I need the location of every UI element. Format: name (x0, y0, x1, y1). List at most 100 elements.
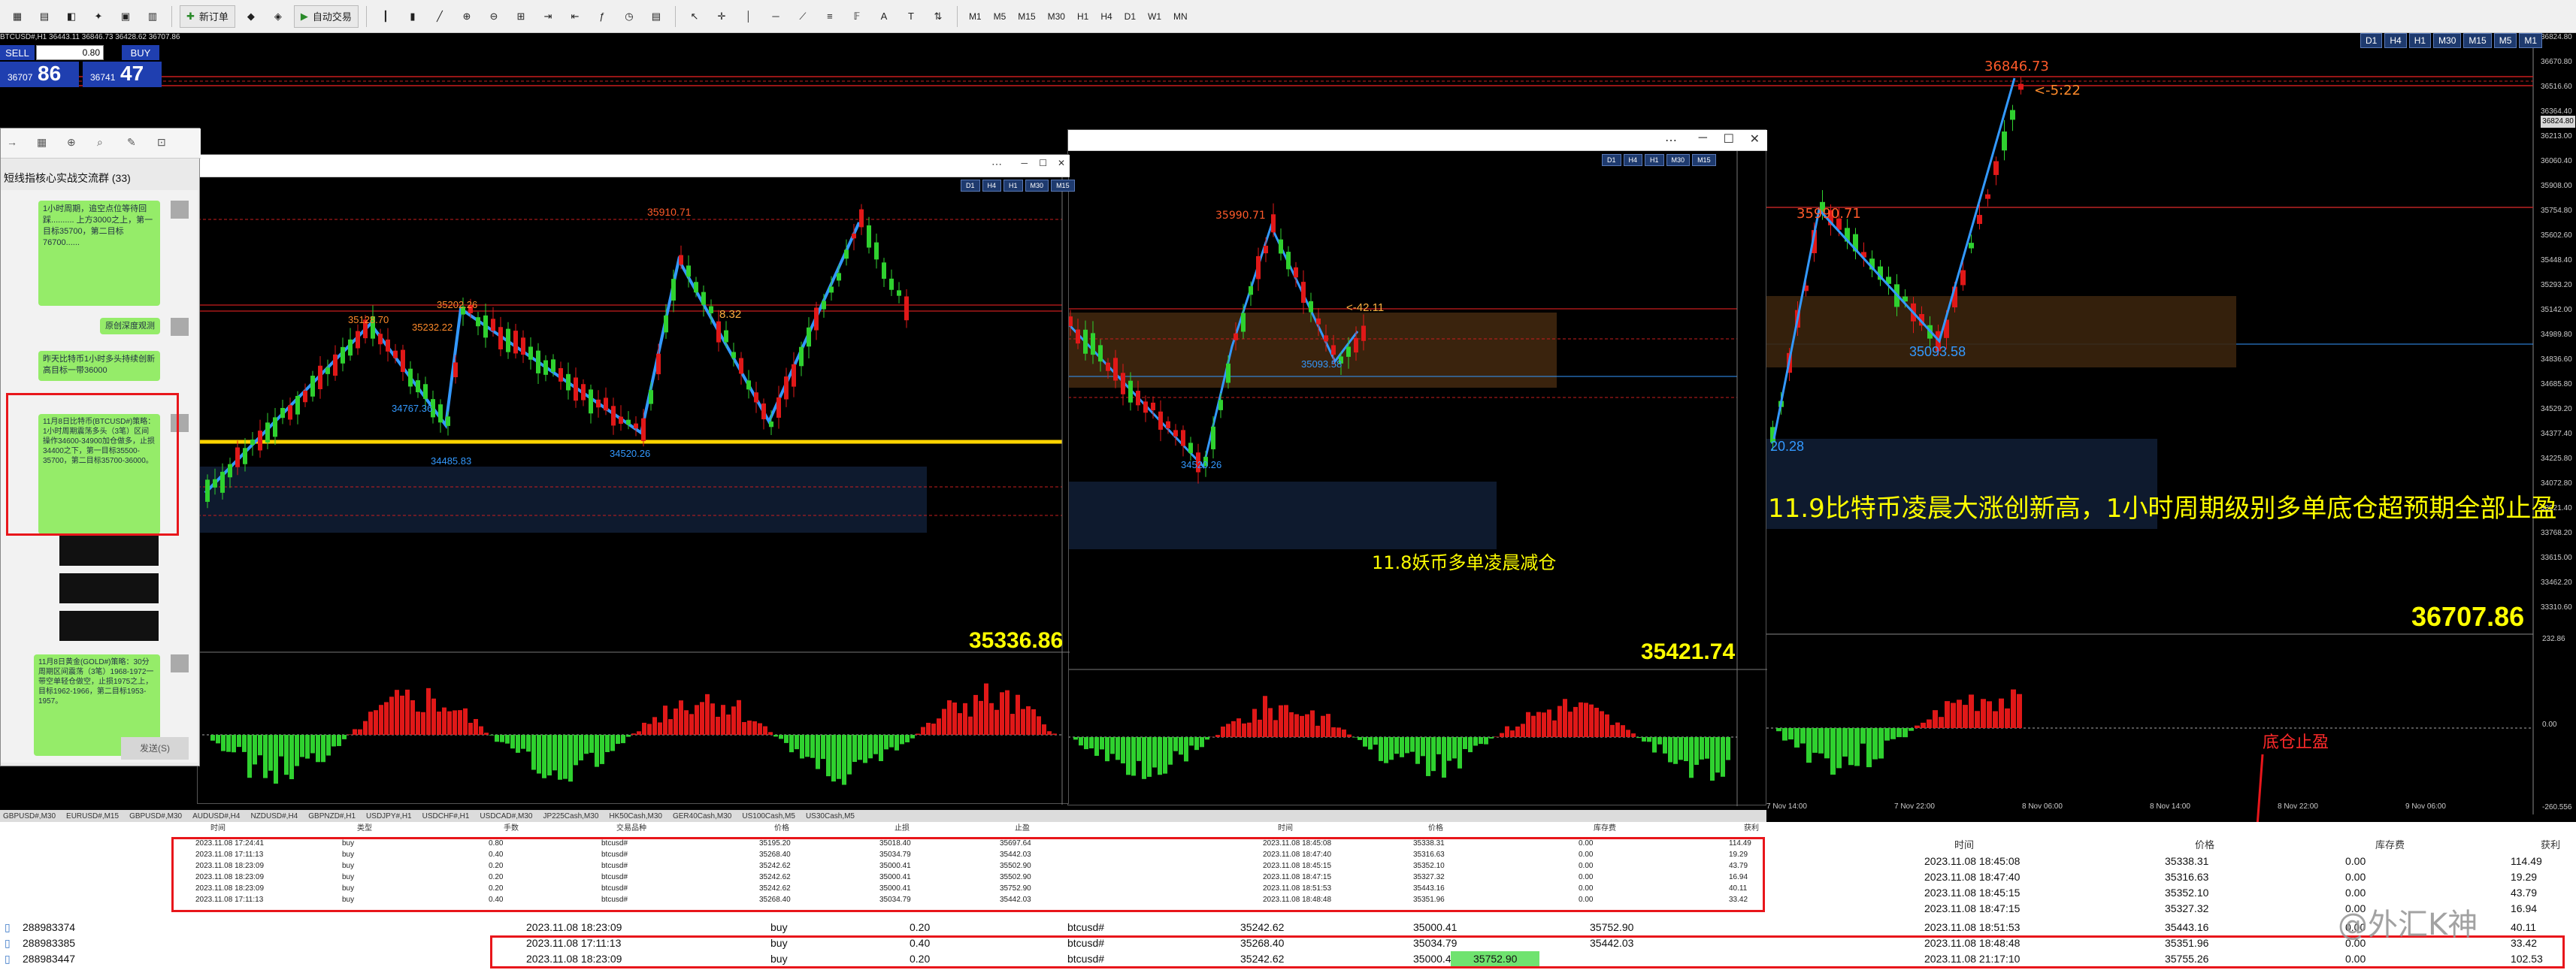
w2-peak-label: 35990.71 (1215, 210, 1266, 222)
tf-d1[interactable]: D1 (1121, 11, 1140, 22)
chart-tab[interactable]: EURUSD#,M15 (66, 812, 119, 820)
chart-tab[interactable]: GBPNZD#,H1 (308, 812, 356, 820)
sell-button[interactable]: SELL (0, 45, 35, 60)
minimize-icon[interactable]: ─ (1699, 131, 1707, 145)
tf-btn-h4[interactable]: H4 (2384, 33, 2407, 48)
chat-image-2[interactable] (59, 573, 159, 603)
more-icon[interactable]: ⋯ (991, 158, 1002, 171)
grid-icon[interactable]: ▦ (37, 136, 47, 149)
auto-scroll-icon[interactable]: ⇥ (537, 5, 559, 28)
w2-tf-m30[interactable]: M30 (1666, 154, 1691, 166)
maximize-icon[interactable]: ☐ (1724, 131, 1734, 147)
cursor-icon[interactable]: ↖ (683, 5, 706, 28)
zoom-icon[interactable]: ⊕ (67, 136, 76, 149)
edit-icon[interactable]: ✎ (127, 136, 136, 149)
tf-m5[interactable]: M5 (990, 11, 1010, 22)
indicators-icon[interactable]: ƒ (591, 5, 613, 28)
histogram-bar (1094, 737, 1099, 756)
close-icon[interactable]: ✕ (1058, 158, 1065, 168)
channel-icon[interactable]: ≡ (819, 5, 841, 28)
tf-btn-m5[interactable]: M5 (2493, 33, 2517, 48)
data-window-icon[interactable]: ▣ (114, 5, 137, 28)
chart-tab[interactable]: AUDUSD#,H4 (192, 812, 240, 820)
chart-tab[interactable]: GBPUSD#,M30 (129, 812, 182, 820)
buy-button[interactable]: BUY (122, 45, 159, 60)
chart-tab[interactable]: USDJPY#,H1 (366, 812, 412, 820)
chart-tab[interactable]: US30Cash,M5 (806, 812, 855, 820)
w2-tf-h4[interactable]: H4 (1623, 154, 1643, 166)
chat-image-1[interactable] (59, 536, 159, 566)
tf-w1[interactable]: W1 (1144, 11, 1165, 22)
templates-icon[interactable]: ▤ (645, 5, 667, 28)
auto-trade-button[interactable]: ▶ 自动交易 (293, 5, 359, 28)
bar-chart-icon[interactable]: ┃ (374, 5, 397, 28)
crosshair-icon[interactable]: ✛ (710, 5, 733, 28)
close-icon[interactable]: ✕ (1750, 131, 1760, 147)
chat-window[interactable]: → ▦ ⊕ ⌕ ✎ ⊡ 短线指核心实战交流群 (33) 1小时周期，追空点位等待… (0, 128, 201, 766)
strategy-tester-icon[interactable]: ◈ (267, 5, 289, 28)
chart-tab[interactable]: NZDUSD#,H4 (250, 812, 298, 820)
trendline-icon[interactable]: ⟋ (792, 5, 814, 28)
label-icon[interactable]: T (900, 5, 922, 28)
tf-btn-h1[interactable]: H1 (2408, 33, 2432, 48)
market-watch-icon[interactable]: ◧ (60, 5, 83, 28)
chart-window-2[interactable]: ⋯ ─ ☐ ✕ D1 H4 H1 M30 M15 35990.71 <-42.1… (1067, 129, 1767, 806)
chart-tab[interactable]: USDCAD#,M30 (480, 812, 532, 820)
chat-image-3[interactable] (59, 611, 159, 641)
fibonacci-icon[interactable]: 𝔽 (846, 5, 868, 28)
sell-price-box[interactable]: 36707 86 (0, 62, 79, 87)
w1-tf-m15[interactable]: M15 (1051, 180, 1075, 192)
w1-tf-h4[interactable]: H4 (982, 180, 1002, 192)
minimize-icon[interactable]: ─ (1021, 158, 1028, 168)
chart-tab[interactable]: US100Cash,M5 (742, 812, 795, 820)
navigator-icon[interactable]: ✦ (87, 5, 110, 28)
chart-shift-icon[interactable]: ⇤ (564, 5, 586, 28)
chart-tab[interactable]: JP225Cash,M30 (543, 812, 598, 820)
chart-tab[interactable]: USDCHF#,H1 (422, 812, 470, 820)
w1-tf-m30[interactable]: M30 (1025, 180, 1049, 192)
zoom-out-icon[interactable]: ⊖ (483, 5, 505, 28)
tf-mn[interactable]: MN (1170, 11, 1191, 22)
meta-editor-icon[interactable]: ◆ (240, 5, 262, 28)
lot-input[interactable]: 0.80 (36, 45, 104, 60)
terminal-icon[interactable]: ▥ (141, 5, 164, 28)
tf-btn-d1[interactable]: D1 (2360, 33, 2383, 48)
tf-h1[interactable]: H1 (1073, 11, 1092, 22)
back-icon[interactable]: → (7, 136, 17, 148)
chart-window-1[interactable]: ⋯ ─ ☐ ✕ D1 H4 H1 M30 M15 35910.71 8.32 3… (197, 154, 1075, 805)
chart-tab[interactable]: GBPUSD#,M30 (3, 812, 56, 820)
tile-windows-icon[interactable]: ⊞ (510, 5, 532, 28)
crop-icon[interactable]: ⊡ (157, 136, 166, 149)
buy-price-box[interactable]: 36741 47 (83, 62, 162, 87)
horizontal-line-icon[interactable]: ─ (764, 5, 787, 28)
vertical-line-icon[interactable]: │ (737, 5, 760, 28)
search-icon[interactable]: ⌕ (97, 136, 103, 149)
maximize-icon[interactable]: ☐ (1039, 158, 1047, 168)
w1-tf-h1[interactable]: H1 (1003, 180, 1023, 192)
tf-m1[interactable]: M1 (965, 11, 985, 22)
table-row[interactable]: ▯ 288983374 2023.11.08 18:23:09 buy 0.20 btcu… (0, 920, 2576, 935)
w1-tf-d1[interactable]: D1 (961, 180, 980, 192)
tf-btn-m15[interactable]: M15 (2463, 33, 2492, 48)
w2-tf-d1[interactable]: D1 (1602, 154, 1621, 166)
tf-m30[interactable]: M30 (1044, 11, 1069, 22)
tf-h4[interactable]: H4 (1097, 11, 1115, 22)
chart-tab[interactable]: GER40Cash,M30 (673, 812, 731, 820)
line-chart-icon[interactable]: ╱ (428, 5, 451, 28)
w2-tf-h1[interactable]: H1 (1645, 154, 1664, 166)
zoom-in-icon[interactable]: ⊕ (456, 5, 478, 28)
tf-btn-m30[interactable]: M30 (2433, 33, 2462, 48)
text-icon[interactable]: A (873, 5, 895, 28)
send-button[interactable]: 发送(S) (121, 737, 189, 760)
new-order-button[interactable]: ✚ 新订单 (180, 5, 235, 28)
periods-icon[interactable]: ◷ (618, 5, 640, 28)
more-icon[interactable]: ⋯ (1665, 133, 1677, 148)
tf-btn-m1[interactable]: M1 (2519, 33, 2543, 48)
arrows-icon[interactable]: ⇅ (927, 5, 949, 28)
w2-tf-m15[interactable]: M15 (1692, 154, 1716, 166)
profiles-icon[interactable]: ▤ (33, 5, 56, 28)
candle-chart-icon[interactable]: ▮ (401, 5, 424, 28)
chart-tab[interactable]: HK50Cash,M30 (609, 812, 662, 820)
new-chart-icon[interactable]: ▦ (6, 5, 29, 28)
tf-m15[interactable]: M15 (1014, 11, 1039, 22)
